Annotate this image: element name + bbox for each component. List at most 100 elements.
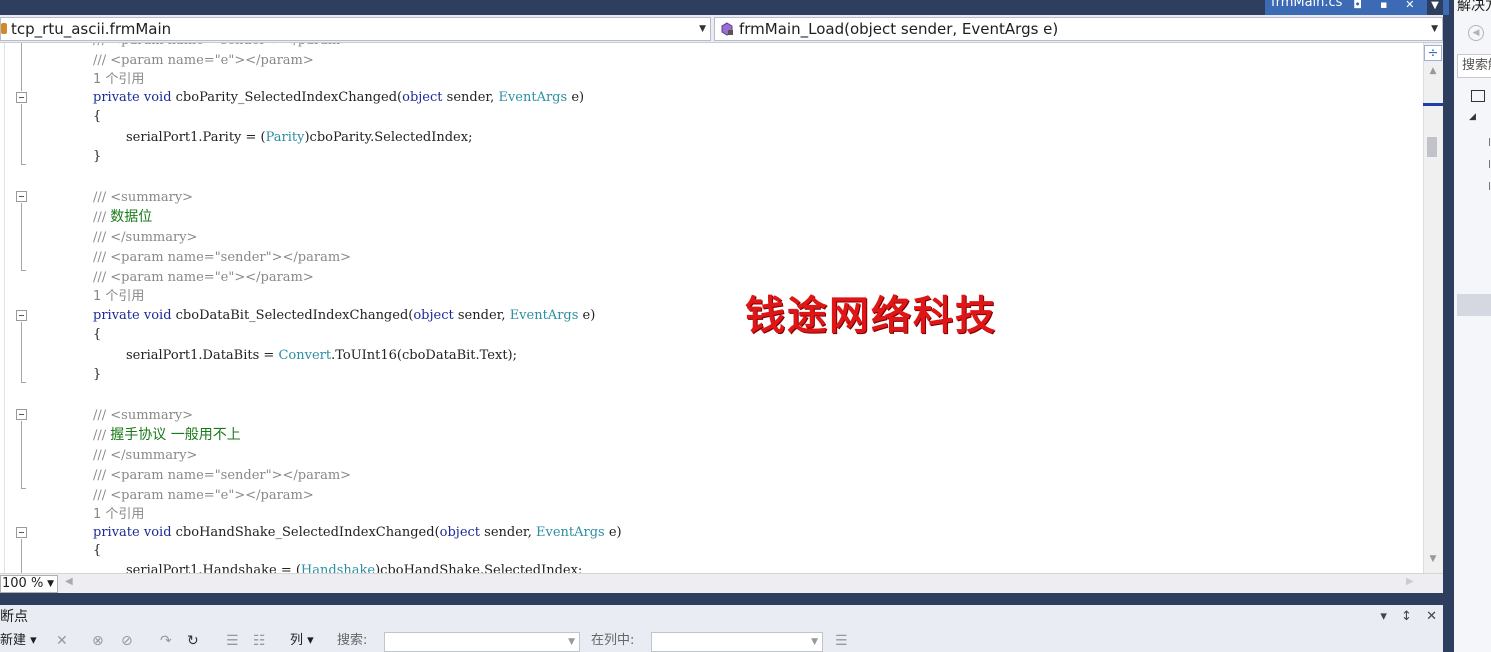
outline-line (21, 421, 22, 488)
code-line: private void cboParity_SelectedIndexChan… (93, 88, 584, 108)
code-text: )cboParity.SelectedIndex; (304, 130, 473, 145)
delete-icon[interactable]: ✕ (56, 630, 68, 652)
solution-explorer-panel: 解决方案资源管理器 ◀ 搜索解决方案资源管理器 ◢ (1451, 0, 1491, 652)
panel-title: 断点 (0, 609, 28, 625)
scroll-up-icon[interactable]: ▲ (1425, 66, 1441, 80)
collapse-toggle[interactable] (16, 92, 27, 103)
collapse-toggle[interactable] (16, 310, 27, 321)
tab-frmmain-cs[interactable]: frmMain.cs ◘ ▪ ✕ (1265, 0, 1449, 15)
collapse-toggle[interactable] (16, 191, 27, 202)
collapse-toggle[interactable] (16, 527, 27, 538)
panel-divider (0, 593, 1451, 605)
delete-all-icon[interactable]: ⊗ (92, 630, 104, 652)
panel-title: 解决方案资源管理器 (1457, 0, 1491, 14)
chevron-down-icon: ▼ (568, 637, 575, 647)
code-text: e) (604, 525, 622, 540)
class-combo[interactable]: tcp_rtu_ascii.frmMain ▼ (0, 17, 711, 41)
pin-icon[interactable]: ↕ (1401, 609, 1412, 624)
search-input[interactable]: ▼ (384, 632, 580, 652)
reference-count-link[interactable]: 1 个引用 (93, 505, 144, 525)
type-name: EventArgs (509, 308, 579, 323)
breakpoints-panel-header: 断点 ▾ ↕ ✕ (0, 605, 1443, 630)
disable-all-icon[interactable]: ⊘ (121, 630, 133, 652)
tab-title: frmMain.cs (1271, 0, 1343, 10)
tab-pin-icon[interactable]: ◘ (1347, 0, 1369, 11)
scroll-left-icon[interactable]: ◀ (65, 576, 73, 587)
code-line: /// <param name="e"></param> (93, 270, 314, 285)
code-line: { (93, 109, 102, 124)
code-line: } (93, 367, 102, 382)
type-name: EventArgs (498, 90, 568, 105)
code-line: /// <summary> (93, 190, 194, 205)
keyword: object (402, 90, 443, 105)
goto-disassembly-icon[interactable]: ☷ (253, 630, 266, 652)
watermark-text: 钱途网络科技 (745, 292, 997, 339)
selected-tree-row[interactable] (1457, 294, 1491, 316)
tab-keep-icon[interactable]: ▪ (1373, 0, 1395, 11)
member-combo[interactable]: frmMain_Load(object sender, EventArgs e)… (714, 17, 1443, 41)
type-name: Convert (278, 348, 332, 363)
solution-icon (1471, 90, 1485, 102)
outline-end (21, 488, 26, 489)
tab-list-dropdown-icon[interactable]: ▼ (1427, 0, 1443, 15)
code-line: serialPort1.Handshake = (Handshake)cboHa… (126, 561, 582, 573)
reference-count-link[interactable]: 1 个引用 (93, 70, 144, 90)
solution-search-input[interactable]: 搜索解决方案资源管理器 (1457, 54, 1491, 78)
column-select[interactable]: ▼ (651, 632, 823, 652)
close-icon[interactable]: ✕ (1426, 609, 1437, 624)
keyword: void (143, 525, 172, 540)
code-line: /// <param name="e"></param> (93, 488, 314, 503)
code-text: sender, (442, 90, 499, 105)
back-icon[interactable]: ◀ (1468, 25, 1484, 41)
zoom-value: 100 % (2, 576, 44, 591)
expand-icon[interactable]: ◢ (1469, 112, 1476, 122)
ide-window: frmMain.cs ◘ ▪ ✕ ▼ tcp_rtu_ascii.frmMain… (0, 0, 1491, 652)
keyword: private (93, 90, 140, 105)
outline-end (21, 382, 26, 383)
search-label: 搜索: (337, 633, 368, 648)
scroll-position-marker (1423, 103, 1443, 106)
type-name: Parity (265, 130, 305, 145)
code-line: /// <summary> (93, 408, 194, 423)
method-name: cboHandShake_SelectedIndexChanged( (175, 525, 440, 540)
code-line: serialPort1.DataBits = Convert.ToUInt16(… (126, 346, 517, 366)
scroll-right-icon[interactable]: ▶ (1406, 576, 1414, 587)
export-icon[interactable]: ↷ (160, 630, 172, 652)
method-name: cboParity_SelectedIndexChanged( (175, 90, 403, 105)
import-icon[interactable]: ↻ (187, 630, 199, 652)
code-line: { (93, 327, 102, 342)
type-name: Handshake (300, 563, 376, 573)
breakpoints-toolbar: 新建 ▾ ✕ ⊗ ⊘ ↷ ↻ ☰ ☷ 列 ▾ 搜索: ▼ 在列中: ▼ ☰ (0, 630, 1443, 652)
outline-line (21, 322, 22, 382)
code-text: sender, (480, 525, 536, 540)
zoom-select[interactable]: 100 % ▼ (0, 575, 58, 593)
code-line: serialPort1.Parity = (Parity)cboParity.S… (126, 128, 472, 148)
keyword: object (439, 525, 481, 540)
class-icon (1, 23, 7, 34)
comment-prefix: /// (93, 210, 111, 225)
code-editor[interactable]: /// <param name="sender"></param> /// <p… (0, 43, 1423, 573)
scroll-thumb[interactable] (1427, 137, 1437, 157)
goto-source-icon[interactable]: ☰ (226, 630, 239, 652)
code-text: )cboHandShake.SelectedIndex; (375, 563, 583, 573)
code-line: /// <param name="sender"></param> (93, 468, 352, 483)
code-line: } (93, 149, 102, 164)
split-window-icon[interactable]: ÷ (1424, 45, 1442, 61)
outline-line (21, 104, 22, 164)
vertical-scrollbar[interactable] (1423, 43, 1443, 573)
columns-button[interactable]: 列 ▾ (290, 630, 314, 652)
panel-options-icon[interactable]: ▾ (1380, 609, 1387, 624)
scroll-down-icon[interactable]: ▼ (1425, 554, 1441, 568)
new-breakpoint-button[interactable]: 新建 ▾ (0, 630, 37, 652)
code-line: /// <param name="sender"></param> (93, 250, 352, 265)
chevron-down-icon: ▼ (699, 24, 706, 34)
reset-search-icon[interactable]: ☰ (835, 630, 848, 652)
chevron-down-icon: ▼ (811, 637, 818, 647)
code-line: /// </summary> (93, 230, 198, 245)
code-line: /// 数据位 (93, 207, 152, 228)
method-name: cboDataBit_SelectedIndexChanged( (175, 308, 414, 323)
collapse-toggle[interactable] (16, 409, 27, 420)
horizontal-scroll-bar[interactable]: 100 % ▼ ◀ ▶ (0, 573, 1443, 593)
tab-close-icon[interactable]: ✕ (1399, 0, 1421, 11)
reference-count-link[interactable]: 1 个引用 (93, 287, 144, 307)
